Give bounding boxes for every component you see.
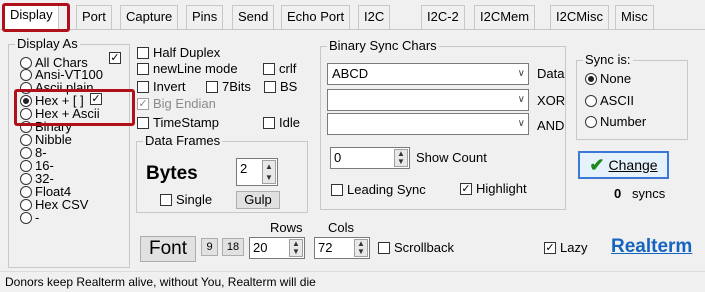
big-endian-checkbox[interactable]: ✓ Big Endian — [137, 97, 216, 111]
sync-data-combo[interactable]: ABCD ∨ — [327, 63, 529, 85]
syncs-label: syncs — [632, 186, 666, 201]
check-mark-icon: ✓ — [109, 52, 121, 64]
chevron-down-icon: ∨ — [517, 68, 525, 79]
chevron-down-icon: ∨ — [517, 94, 525, 105]
bytes-label: Bytes — [146, 163, 198, 184]
tab-display[interactable]: Display — [4, 3, 59, 30]
bs-checkbox[interactable]: BS — [264, 80, 297, 94]
sync-and-combo[interactable]: ∨ — [327, 113, 529, 135]
radio-sync-none[interactable]: None — [585, 72, 631, 85]
tab-misc[interactable]: Misc — [615, 5, 654, 29]
radio-label: ASCII — [600, 93, 634, 108]
syncs-count: 0 — [614, 186, 622, 201]
newline-mode-checkbox[interactable]: newLine mode — [137, 62, 238, 76]
cols-label: Cols — [328, 220, 355, 235]
single-checkbox[interactable]: Single — [160, 193, 212, 207]
radio-label: None — [600, 71, 632, 86]
tab-i2cmem[interactable]: I2CMem — [474, 5, 536, 29]
binary-sync-title: Binary Sync Chars — [327, 38, 439, 53]
invert-checkbox[interactable]: Invert — [137, 80, 186, 94]
leading-sync-checkbox[interactable]: Leading Sync — [331, 183, 426, 197]
rows-value: 20 — [253, 240, 268, 255]
checkbox-label: TimeStamp — [153, 115, 219, 130]
idle-checkbox[interactable]: Idle — [263, 116, 300, 130]
spin-arrows-icon[interactable]: ▲ ▼ — [262, 160, 276, 184]
data-frames-title: Data Frames — [143, 133, 223, 148]
tab-echo-port[interactable]: Echo Port — [281, 5, 351, 29]
half-duplex-checkbox[interactable]: Half Duplex — [137, 46, 220, 60]
checkbox-label: BS — [280, 79, 298, 94]
spin-arrows-icon[interactable]: ▲ ▼ — [394, 149, 408, 167]
sync-xor-combo[interactable]: ∨ — [327, 89, 529, 111]
check-mark-icon: ✓ — [460, 183, 472, 195]
cols-value: 72 — [318, 240, 333, 255]
status-bar: Donors keep Realterm alive, without You,… — [0, 271, 705, 291]
tab-capture[interactable]: Capture — [120, 5, 179, 29]
change-label: Change — [608, 157, 658, 173]
rows-label: Rows — [270, 220, 303, 235]
check-mark-icon: ✓ — [544, 242, 556, 254]
sync-data-value: ABCD — [332, 66, 369, 81]
bytes-spinner[interactable]: 2 ▲ ▼ — [236, 158, 278, 186]
radio-label: Number — [600, 114, 647, 129]
data-label: Data — [537, 66, 565, 81]
radio-sync-ascii[interactable]: ASCII — [585, 94, 634, 107]
bytes-value: 2 — [240, 161, 248, 176]
hex-brackets-checkbox[interactable]: ✓ — [90, 93, 106, 105]
tab-port[interactable]: Port — [76, 5, 112, 29]
tab-divider — [0, 29, 705, 30]
checkbox-label: 7Bits — [222, 79, 251, 94]
checkbox-label: Single — [176, 192, 213, 207]
checkbox-label: Big Endian — [153, 96, 216, 111]
radio-hex-csv[interactable]: Hex CSV — [20, 198, 88, 211]
checkbox-label: Invert — [153, 79, 186, 94]
radio-sync-number[interactable]: Number — [585, 115, 646, 128]
lazy-checkbox[interactable]: ✓ Lazy — [544, 241, 587, 255]
checkbox-label: Idle — [279, 115, 300, 130]
highlight-checkbox[interactable]: ✓ Highlight — [460, 182, 527, 196]
tab-send[interactable]: Send — [232, 5, 275, 29]
checkbox-label: Half Duplex — [153, 45, 221, 60]
tab-pins[interactable]: Pins — [186, 5, 224, 29]
change-button[interactable]: ✔ Change — [578, 151, 669, 179]
spin-arrows-icon[interactable]: ▲ ▼ — [289, 239, 303, 257]
checkbox-label: newLine mode — [153, 61, 238, 76]
tab-i2c-2[interactable]: I2C-2 — [421, 5, 465, 29]
scrollback-checkbox[interactable]: Scrollback — [378, 241, 454, 255]
gulp-button[interactable]: Gulp — [236, 191, 280, 209]
spin-arrows-icon[interactable]: ▲ ▼ — [354, 239, 368, 257]
checkbox-label: crlf — [279, 61, 297, 76]
realterm-link[interactable]: Realterm — [611, 236, 692, 258]
rows-spinner[interactable]: 20 ▲ ▼ — [249, 237, 305, 259]
seven-bits-checkbox[interactable]: 7Bits — [206, 80, 251, 94]
check-mark-icon: ✓ — [90, 93, 102, 105]
timestamp-checkbox[interactable]: TimeStamp — [137, 116, 219, 130]
sync-count-spinner[interactable]: 0 ▲ ▼ — [330, 147, 410, 169]
tab-i2c[interactable]: I2C — [358, 5, 391, 29]
radio-label: - — [35, 210, 40, 225]
checkbox-label: Lazy — [560, 240, 588, 255]
cols-spinner[interactable]: 72 ▲ ▼ — [314, 237, 370, 259]
display-as-title: Display As — [15, 36, 80, 51]
checkbox-label: Leading Sync — [347, 182, 426, 197]
check-mark-icon: ✔ — [589, 154, 605, 175]
crlf-checkbox[interactable]: crlf — [263, 62, 296, 76]
font-size-18-button[interactable]: 18 — [222, 238, 244, 256]
check-mark-icon: ✓ — [137, 98, 149, 110]
chevron-down-icon: ∨ — [517, 118, 525, 129]
display-as-checkbox[interactable]: ✓ — [109, 52, 125, 64]
xor-label: XOR — [537, 93, 566, 108]
radio-dash[interactable]: - — [20, 211, 39, 224]
font-size-9-button[interactable]: 9 — [201, 238, 218, 256]
checkbox-label: Highlight — [476, 181, 527, 196]
tab-i2cmisc[interactable]: I2CMisc — [550, 5, 609, 29]
radio-label: Hex CSV — [35, 197, 89, 212]
and-label: AND — [537, 118, 565, 133]
show-count-label: Show Count — [416, 150, 487, 165]
sync-count-value: 0 — [334, 150, 342, 165]
sync-is-title: Sync is: — [583, 52, 633, 67]
status-text: Donors keep Realterm alive, without You,… — [5, 275, 316, 289]
font-button[interactable]: Font — [140, 236, 196, 262]
checkbox-label: Scrollback — [394, 240, 454, 255]
